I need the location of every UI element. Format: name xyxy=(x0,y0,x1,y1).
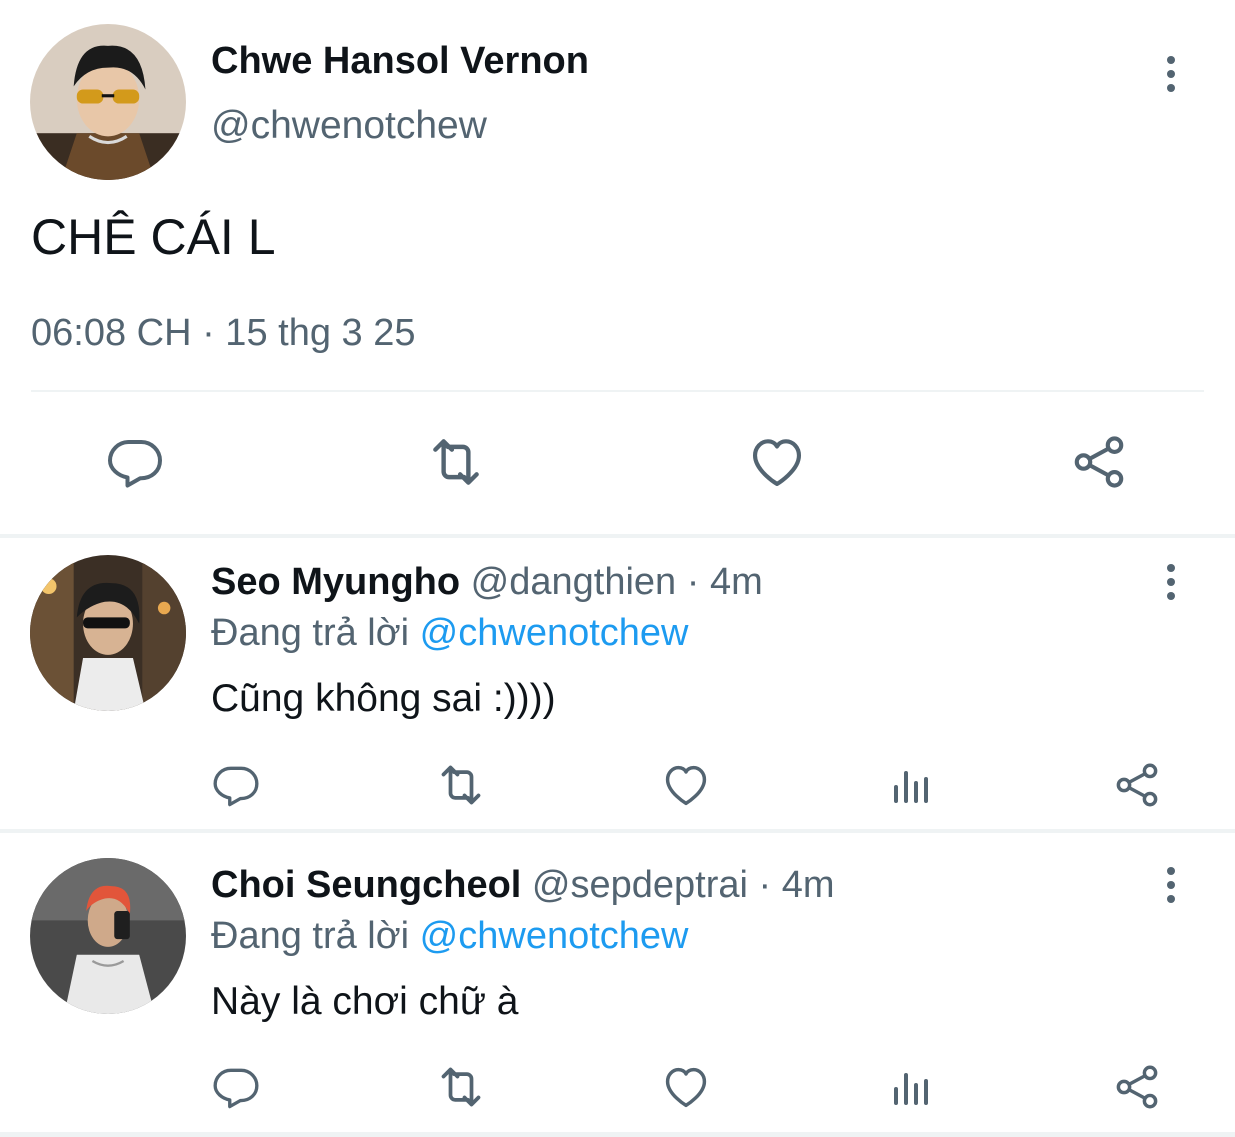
author-handle[interactable]: @chwenotchew xyxy=(211,104,487,148)
share-icon[interactable] xyxy=(1064,430,1134,494)
more-options-icon[interactable] xyxy=(1156,560,1186,604)
mention-link[interactable]: @chwenotchew xyxy=(420,915,689,957)
section-divider xyxy=(0,829,1235,833)
replying-prefix: Đang trả lời xyxy=(211,612,410,654)
replying-prefix: Đang trả lời xyxy=(211,915,410,957)
user-photo xyxy=(30,24,186,180)
author-handle[interactable]: @dangthien xyxy=(471,561,677,603)
user-photo xyxy=(30,858,186,1014)
reply-text: Cũng không sai :)))) xyxy=(211,677,556,720)
like-icon[interactable] xyxy=(656,1060,716,1114)
avatar[interactable] xyxy=(30,24,186,180)
replying-to: Đang trả lời @chwenotchew xyxy=(211,915,689,958)
mention-link[interactable]: @chwenotchew xyxy=(420,612,689,654)
reply-time[interactable]: 4m xyxy=(710,561,763,603)
section-divider xyxy=(0,534,1235,538)
reply-header: Seo Myungho @dangthien · 4m xyxy=(211,561,763,604)
replying-to: Đang trả lời @chwenotchew xyxy=(211,612,689,655)
share-icon[interactable] xyxy=(1107,1060,1167,1114)
user-photo xyxy=(30,555,186,711)
retweet-icon[interactable] xyxy=(431,758,491,812)
author-name[interactable]: Seo Myungho xyxy=(211,561,460,603)
author-name[interactable]: Choi Seungcheol xyxy=(211,864,521,906)
like-icon[interactable] xyxy=(742,430,812,494)
more-options-icon[interactable] xyxy=(1156,863,1186,907)
tweet-timestamp[interactable]: 06:08 CH · 15 thg 3 25 xyxy=(31,312,415,355)
author-name[interactable]: Chwe Hansol Vernon xyxy=(211,40,589,83)
share-icon[interactable] xyxy=(1107,758,1167,812)
retweet-icon[interactable] xyxy=(431,1060,491,1114)
reply-text: Này là chơi chữ à xyxy=(211,980,519,1023)
reply-icon[interactable] xyxy=(206,1060,266,1114)
like-icon[interactable] xyxy=(656,758,716,812)
author-handle[interactable]: @sepdeptrai xyxy=(532,864,748,906)
meta-separator: · xyxy=(686,561,700,603)
tweet-text: CHÊ CÁI L xyxy=(31,209,276,265)
section-divider xyxy=(0,1132,1235,1137)
meta-separator: · xyxy=(758,864,772,906)
retweet-icon[interactable] xyxy=(421,430,491,494)
reply-header: Choi Seungcheol @sepdeptrai · 4m xyxy=(211,864,835,907)
reply-icon[interactable] xyxy=(206,758,266,812)
views-icon[interactable] xyxy=(882,758,942,812)
avatar[interactable] xyxy=(30,858,186,1014)
reply-icon[interactable] xyxy=(100,430,170,494)
avatar[interactable] xyxy=(30,555,186,711)
more-options-icon[interactable] xyxy=(1156,52,1186,96)
reply-time[interactable]: 4m xyxy=(782,864,835,906)
divider xyxy=(31,390,1204,392)
views-icon[interactable] xyxy=(882,1060,942,1114)
